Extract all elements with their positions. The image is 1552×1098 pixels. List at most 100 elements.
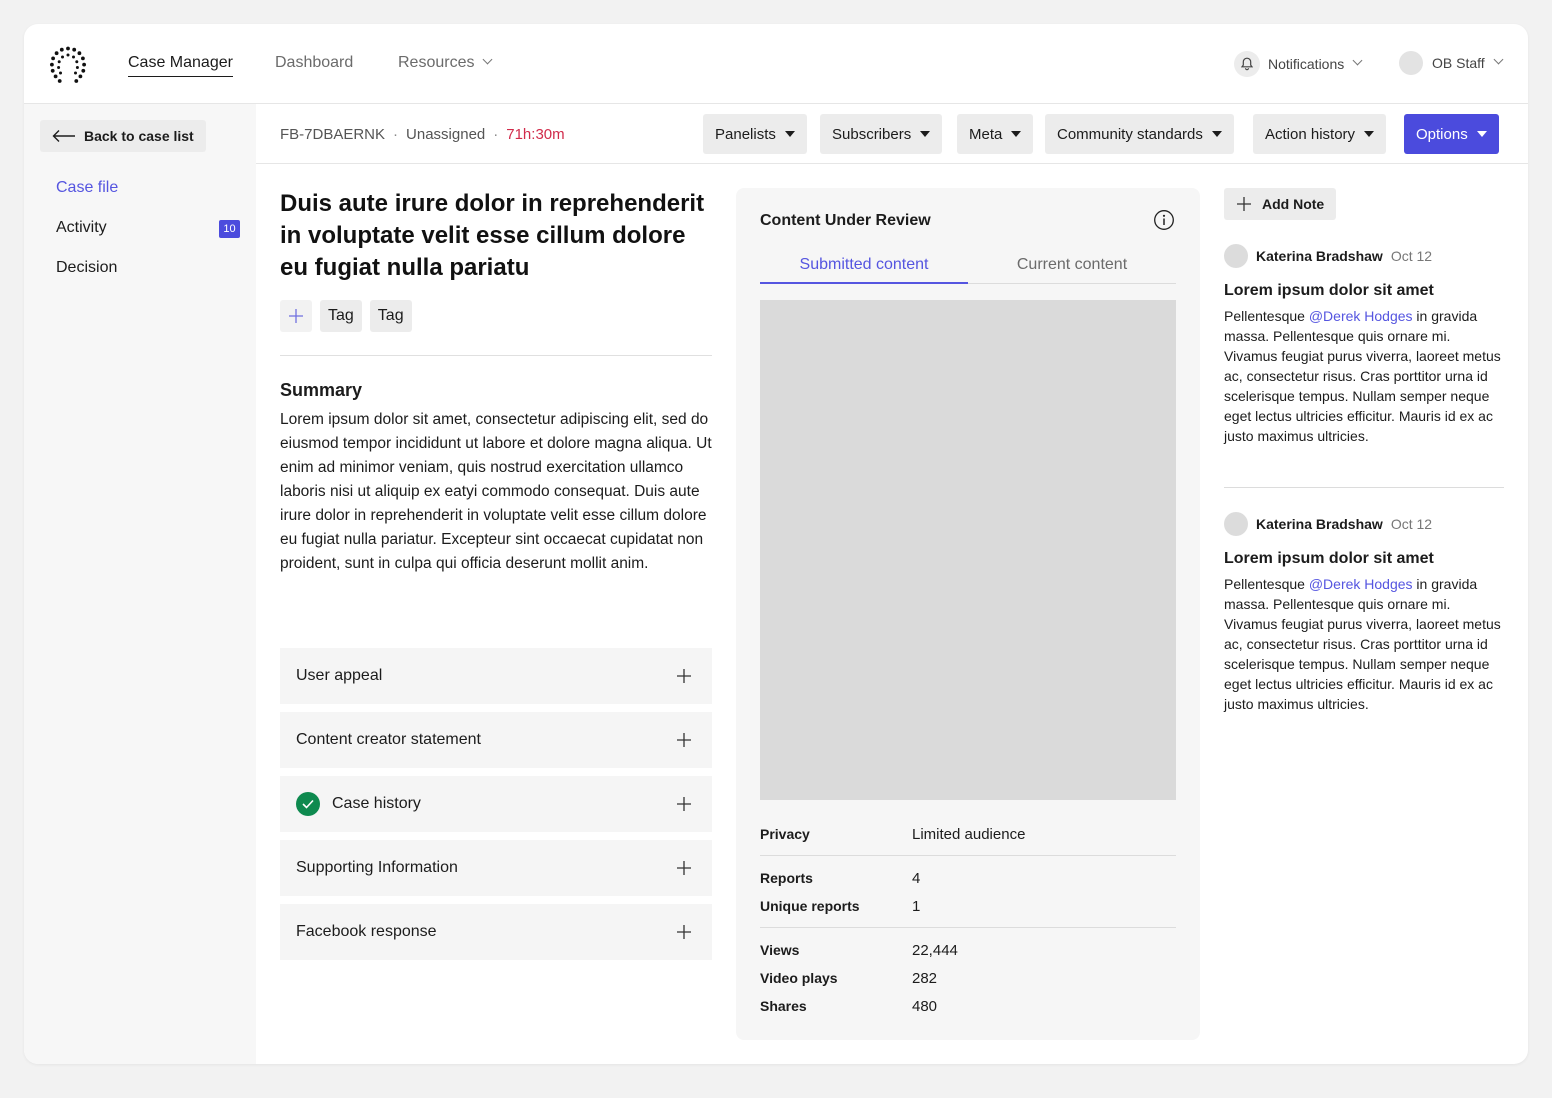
notifications-label: Notifications [1268, 56, 1345, 72]
caret-down-icon [784, 131, 795, 137]
note-title: Lorem ipsum dolor sit amet [1224, 550, 1434, 567]
case-header: FB-7DBAERNK · Unassigned · 71h:30m Panelists… [256, 104, 1528, 164]
nav-dashboard[interactable]: Dashboard [275, 54, 353, 72]
sidebar-item-decision[interactable]: Decision [56, 259, 117, 277]
app-window: Case Manager Dashboard Resources Notific… [24, 24, 1528, 1064]
plus-icon [677, 733, 691, 747]
accordion-case-history[interactable]: Case history [280, 776, 712, 832]
avatar [1399, 51, 1423, 75]
caret-down-icon [1476, 131, 1487, 137]
subscribers-label: Subscribers [832, 125, 912, 143]
notifications-menu[interactable]: Notifications [1234, 51, 1363, 77]
tab-current-content[interactable]: Current content [968, 256, 1176, 274]
community-standards-dropdown[interactable]: Community standards [1045, 114, 1234, 154]
tag-list: Tag Tag [280, 300, 420, 332]
stat-value: 1 [912, 898, 921, 915]
case-id: FB-7DBAERNK [280, 126, 386, 143]
stat-key: Views [760, 942, 800, 958]
note-header: Katerina Bradshaw Oct 12 [1224, 512, 1504, 536]
avatar [1224, 512, 1248, 536]
meta-dropdown[interactable]: Meta [957, 114, 1034, 154]
stat-key: Video plays [760, 970, 838, 986]
activity-count-badge: 10 [219, 220, 240, 238]
stat-value: Limited audience [912, 826, 1026, 843]
content-under-review-panel: Content Under Review Submitted content C… [736, 188, 1200, 1040]
divider [280, 355, 712, 356]
plus-icon [677, 861, 691, 875]
stat-value: 480 [912, 998, 938, 1015]
note-body: Pellentesque @Derek Hodges in gravida ma… [1224, 306, 1504, 446]
stat-value: 282 [912, 970, 938, 987]
logo-icon[interactable] [48, 45, 88, 85]
note-text: Pellentesque [1224, 576, 1309, 592]
note-text: in gravida massa. Pellentesque quis orna… [1224, 308, 1501, 444]
back-label: Back to case list [84, 128, 194, 144]
accordion-label: Supporting Information [296, 859, 458, 876]
chevron-down-icon [483, 54, 493, 65]
case-assignee[interactable]: Unassigned [406, 126, 485, 143]
bell-icon [1234, 51, 1260, 77]
stat-key: Reports [760, 870, 813, 886]
note-author[interactable]: Katerina Bradshaw [1256, 516, 1383, 532]
divider [760, 927, 1176, 928]
back-to-case-list-button[interactable]: Back to case list [40, 120, 206, 152]
sidebar-item-activity[interactable]: Activity [56, 219, 107, 237]
tab-active-indicator [760, 282, 968, 284]
accordion-label: Content creator statement [296, 731, 481, 748]
plus-icon [289, 309, 303, 323]
sidebar: Back to case list Case file Activity 10 … [24, 104, 256, 1064]
note-item: Katerina Bradshaw Oct 12 Lorem ipsum dol… [1224, 512, 1504, 714]
tag-chip[interactable]: Tag [320, 300, 362, 332]
divider [1224, 487, 1504, 488]
nav-case-manager[interactable]: Case Manager [128, 54, 233, 77]
avatar [1224, 244, 1248, 268]
options-label: Options [1416, 125, 1468, 143]
caret-down-icon [1011, 131, 1022, 137]
accordion-label: Facebook response [296, 923, 437, 940]
mention-link[interactable]: @Derek Hodges [1309, 308, 1413, 324]
note-title: Lorem ipsum dolor sit amet [1224, 282, 1434, 299]
case-title: Duis aute irure dolor in reprehenderit i… [280, 190, 705, 281]
sidebar-item-case-file[interactable]: Case file [56, 179, 118, 197]
user-menu[interactable]: OB Staff [1399, 51, 1504, 75]
chevron-down-icon [1493, 54, 1504, 64]
user-label: OB Staff [1432, 55, 1485, 71]
note-header: Katerina Bradshaw Oct 12 [1224, 244, 1504, 268]
top-nav: Case Manager Dashboard Resources Notific… [24, 24, 1528, 104]
panelists-dropdown[interactable]: Panelists [703, 114, 807, 154]
accordion-supporting-information[interactable]: Supporting Information [280, 840, 712, 896]
divider [760, 855, 1176, 856]
add-tag-button[interactable] [280, 300, 312, 332]
stat-value: 4 [912, 870, 921, 887]
tab-submitted-content[interactable]: Submitted content [760, 256, 968, 274]
note-body: Pellentesque @Derek Hodges in gravida ma… [1224, 574, 1504, 714]
note-text: Pellentesque [1224, 308, 1309, 324]
accordion-label: User appeal [296, 667, 383, 684]
stat-value: 22,444 [912, 942, 958, 959]
accordion-content-creator-statement[interactable]: Content creator statement [280, 712, 712, 768]
panelists-label: Panelists [715, 125, 776, 143]
subscribers-dropdown[interactable]: Subscribers [820, 114, 943, 154]
plus-icon [1237, 197, 1251, 211]
chevron-down-icon [1352, 55, 1363, 65]
accordion-user-appeal[interactable]: User appeal [280, 648, 712, 704]
action-history-dropdown[interactable]: Action history [1253, 114, 1387, 154]
add-note-button[interactable]: Add Note [1224, 188, 1337, 220]
accordion-facebook-response[interactable]: Facebook response [280, 904, 712, 960]
accordion-label: Case history [332, 795, 421, 812]
panel-title: Content Under Review [760, 212, 931, 229]
summary-text: Lorem ipsum dolor sit amet, consectetur … [280, 411, 712, 572]
mention-link[interactable]: @Derek Hodges [1309, 576, 1413, 592]
info-icon[interactable] [1153, 209, 1175, 231]
content-media-placeholder[interactable] [760, 300, 1176, 800]
meta-label: Meta [969, 125, 1003, 143]
summary-heading: Summary [280, 380, 363, 400]
check-icon [296, 792, 320, 816]
note-text: in gravida massa. Pellentesque quis orna… [1224, 576, 1501, 712]
note-author[interactable]: Katerina Bradshaw [1256, 248, 1383, 264]
options-dropdown[interactable]: Options [1404, 114, 1499, 154]
nav-resources[interactable]: Resources [398, 54, 493, 72]
plus-icon [677, 797, 691, 811]
arrow-left-icon [52, 130, 75, 142]
tag-chip[interactable]: Tag [369, 300, 412, 332]
